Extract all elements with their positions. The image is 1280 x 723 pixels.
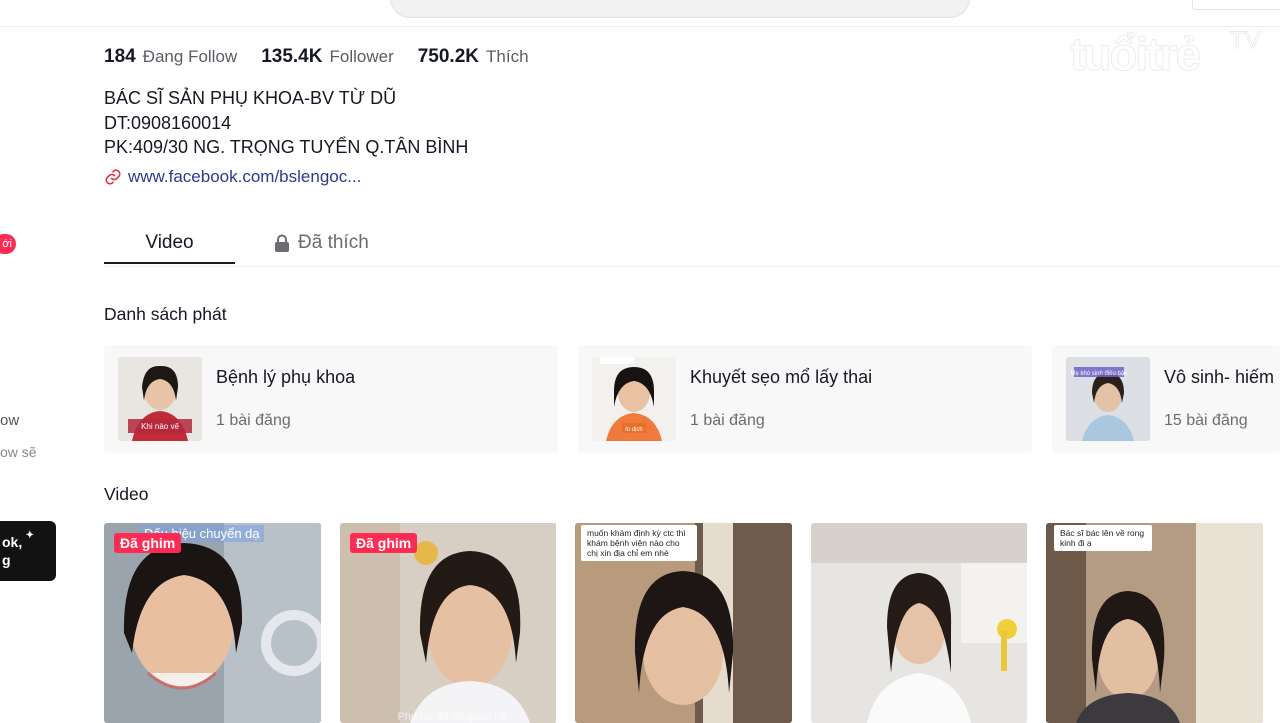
following-count: 184 xyxy=(104,46,136,67)
search-input[interactable] xyxy=(390,0,970,18)
video-thumbnail[interactable] xyxy=(811,523,1028,723)
svg-text:TV: TV xyxy=(1230,27,1261,54)
videos-heading: Video xyxy=(104,484,149,504)
playlist-title: Khuyết sẹo mổ lấy thai xyxy=(690,367,873,387)
likes-count: 750.2K xyxy=(417,46,480,67)
playlist-thumbnail: Mẹ khó sinh điều bận xyxy=(1066,357,1150,441)
bio-line: BÁC SĨ SẢN PHỤ KHOA-BV TỪ DŨ xyxy=(104,88,397,108)
video-thumbnail[interactable]: Phụ nữ đã có quan hệ Đã ghim xyxy=(340,523,557,723)
bio-link[interactable]: www.facebook.com/bslengoc... xyxy=(104,167,361,187)
lock-icon xyxy=(275,234,289,252)
playlist-count: 1 bài đăng xyxy=(690,412,765,429)
sidebar-subtext: ow sẽ xyxy=(0,444,37,460)
profile-bio: BÁC SĨ SẢN PHỤ KHOA-BV TỪ DŨ DT:09081600… xyxy=(104,86,468,160)
profile-tabs: Video Đã thích xyxy=(104,222,1280,267)
svg-text:Phụ nữ đã có quan hệ: Phụ nữ đã có quan hệ xyxy=(398,711,507,723)
svg-text:lo dịch: lo dịch xyxy=(625,427,642,433)
svg-text:Khi nào vế: Khi nào vế xyxy=(141,422,179,431)
likes-label: Thích xyxy=(486,47,529,66)
profile-stats: 184 Đang Follow 135.4K Follower 750.2K T… xyxy=(104,46,529,68)
sidebar-text: ow xyxy=(0,412,20,429)
bio-line: DT:0908160014 xyxy=(104,112,232,133)
followers-count: 135.4K xyxy=(261,46,323,67)
playlist-thumbnail: lo dịch xyxy=(592,357,676,441)
tab-video[interactable]: Video xyxy=(104,222,235,264)
following-stat[interactable]: 184 Đang Follow xyxy=(104,46,237,68)
following-label: Đang Follow xyxy=(142,47,238,66)
video-thumbnail[interactable]: Bác sĩ bác lên về rong kinh đi ạ xyxy=(1046,523,1263,723)
playlist-count: 15 bài đăng xyxy=(1164,412,1248,429)
active-tab-indicator xyxy=(104,262,235,264)
svg-text:Mẹ khó sinh điều bận: Mẹ khó sinh điều bận xyxy=(1070,371,1127,377)
pinned-badge: Đã ghim xyxy=(350,533,418,553)
comment-sticker: muốn khám định kỳ ctc thì khám bệnh viện… xyxy=(581,525,697,561)
video-thumbnail[interactable]: muốn khám định kỳ ctc thì khám bệnh viện… xyxy=(575,523,792,723)
promo-line2: g xyxy=(2,552,11,568)
sparkle-icon: ✦ xyxy=(25,530,34,541)
tab-liked-label: Đã thích xyxy=(298,232,369,253)
playlist-title: Vô sinh- hiếm xyxy=(1164,367,1275,387)
sidebar-promo-card[interactable]: ✦ ok, g xyxy=(0,521,56,581)
upload-button[interactable] xyxy=(1192,0,1280,10)
tuoitre-tv-watermark: tuổitrẻ TV xyxy=(1070,27,1261,81)
pinned-badge: Đã ghim xyxy=(114,533,182,553)
notification-badge[interactable]: ới xyxy=(0,234,16,254)
playlist-title: Bệnh lý phụ khoa xyxy=(216,367,356,387)
video-thumbnail[interactable]: Dấu hiệu chuyển dạ Đã ghim xyxy=(104,523,321,723)
playlist-count: 1 bài đăng xyxy=(216,412,291,429)
bio-line: PK:409/30 NG. TRỌNG TUYỂN Q.TÂN BÌNH xyxy=(104,137,469,157)
followers-stat[interactable]: 135.4K Follower xyxy=(261,46,394,68)
playlist-thumbnail: Khi nào vế xyxy=(118,357,202,441)
playlist-card[interactable]: lo dịch Khuyết sẹo mổ lấy thai 1 bài đăn… xyxy=(578,345,1032,453)
bio-link-text: www.facebook.com/bslengoc... xyxy=(128,167,362,186)
playlist-card[interactable]: Khi nào vế Bệnh lý phụ khoa 1 bài đăng xyxy=(104,345,558,453)
tab-liked[interactable]: Đã thích xyxy=(274,222,369,264)
comment-sticker: Bác sĩ bác lên về rong kinh đi ạ xyxy=(1054,525,1152,551)
playlists-heading: Danh sách phát xyxy=(104,304,227,324)
followers-label: Follower xyxy=(329,47,394,66)
playlist-card[interactable]: Mẹ khó sinh điều bận Vô sinh- hiếm 15 bà… xyxy=(1052,345,1280,453)
likes-stat: 750.2K Thích xyxy=(418,46,529,68)
link-icon xyxy=(105,169,121,185)
svg-text:tuổitrẻ: tuổitrẻ xyxy=(1070,28,1201,80)
